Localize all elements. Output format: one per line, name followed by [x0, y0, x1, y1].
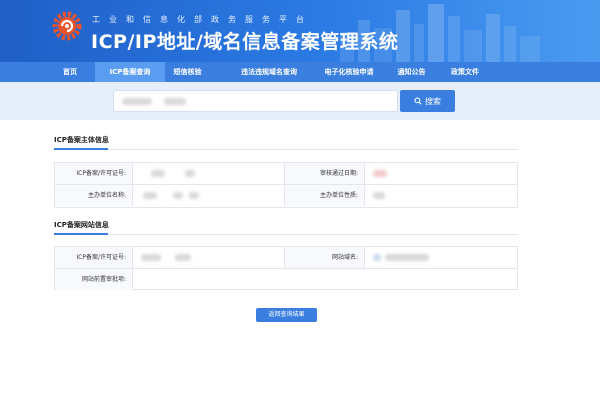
- license-no-value: [133, 163, 285, 184]
- section-divider: [108, 234, 518, 235]
- section-title-entity: ICP备案主体信息: [54, 136, 109, 144]
- search-icon: [414, 97, 422, 105]
- entity-info-table: ICP备案/许可证号: 审核通过日期: 主办单位名称: 主办单位性质:: [54, 162, 518, 208]
- redacted-text: [373, 254, 381, 261]
- nav-item-illegal-domain-query[interactable]: 违法违规域名查询: [224, 62, 314, 82]
- org-name-label: 主办单位名称:: [55, 185, 133, 206]
- return-to-results-button[interactable]: 返回查询结果: [256, 308, 317, 322]
- search-button-label: 搜索: [425, 96, 441, 106]
- redacted-text: [151, 170, 165, 177]
- org-name-value: [133, 185, 285, 206]
- main-nav: 首页 ICP备案查询 短信核验 违法违规域名查询 电子化核验申请 通知公告 政策…: [0, 62, 600, 82]
- website-license-no-label: ICP备案/许可证号:: [55, 247, 133, 268]
- redacted-text: [141, 254, 161, 261]
- section-accent-line: [54, 148, 108, 150]
- nav-item-icp-query[interactable]: ICP备案查询: [95, 62, 165, 82]
- nav-item-home[interactable]: 首页: [45, 62, 95, 82]
- license-no-label: ICP备案/许可证号:: [55, 163, 133, 184]
- section-title-website: ICP备案网站信息: [54, 221, 109, 229]
- banner-subtitle: 工业和信息化部政务服务平台: [92, 15, 313, 24]
- section-accent-line: [54, 233, 108, 235]
- redacted-text: [373, 170, 387, 177]
- table-row: 网站前置审批项:: [55, 269, 517, 291]
- preapproval-label: 网站前置审批项:: [55, 269, 133, 290]
- approve-date-value: [365, 163, 517, 184]
- table-row: 主办单位名称: 主办单位性质:: [55, 185, 517, 207]
- redacted-text: [143, 192, 157, 199]
- ministry-gear-logo-icon: [52, 11, 82, 41]
- search-button[interactable]: 搜索: [400, 90, 455, 112]
- redacted-text: [189, 192, 199, 199]
- table-row: ICP备案/许可证号: 审核通过日期:: [55, 163, 517, 185]
- org-type-label: 主办单位性质:: [285, 185, 365, 206]
- nav-item-electronic-verify[interactable]: 电子化核验申请: [311, 62, 387, 82]
- search-input[interactable]: [113, 90, 398, 112]
- website-info-table: ICP备案/许可证号: 网站域名: 网站前置审批项:: [54, 246, 518, 290]
- preapproval-value: [133, 269, 517, 290]
- domain-value: [365, 247, 517, 268]
- page-title: ICP/IP地址/域名信息备案管理系统: [91, 31, 399, 53]
- org-type-value: [365, 185, 517, 206]
- redacted-text: [164, 98, 186, 105]
- redacted-text: [185, 170, 195, 177]
- redacted-text: [373, 192, 385, 199]
- approve-date-label: 审核通过日期:: [285, 163, 365, 184]
- domain-label: 网站域名:: [285, 247, 365, 268]
- nav-item-policies[interactable]: 政策文件: [440, 62, 490, 82]
- page: 工业和信息化部政务服务平台 ICP/IP地址/域名信息备案管理系统 首页 ICP…: [0, 0, 600, 400]
- table-row: ICP备案/许可证号: 网站域名:: [55, 247, 517, 269]
- search-band: 搜索: [0, 82, 600, 120]
- redacted-text: [385, 254, 429, 261]
- nav-item-sms-verify[interactable]: 短信核验: [165, 62, 210, 82]
- redacted-text: [122, 98, 152, 105]
- nav-item-notices[interactable]: 通知公告: [389, 62, 434, 82]
- redacted-text: [175, 254, 191, 261]
- website-license-no-value: [133, 247, 285, 268]
- header-banner: 工业和信息化部政务服务平台 ICP/IP地址/域名信息备案管理系统: [0, 0, 600, 62]
- section-divider: [108, 149, 518, 150]
- redacted-text: [173, 192, 183, 199]
